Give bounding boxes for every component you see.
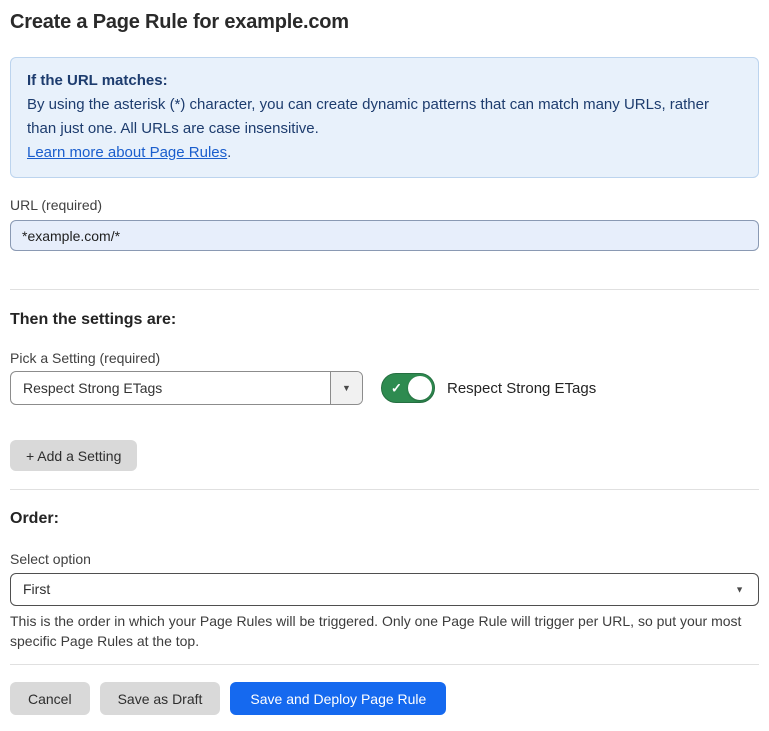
divider (10, 489, 759, 490)
cancel-button[interactable]: Cancel (10, 682, 90, 715)
order-select-label: Select option (10, 551, 759, 568)
info-box-heading: If the URL matches: (27, 69, 742, 93)
divider (10, 664, 759, 665)
info-box-body: By using the asterisk (*) character, you… (27, 93, 727, 141)
url-input[interactable] (10, 220, 759, 251)
page-rule-form: Create a Page Rule for example.com If th… (0, 0, 769, 731)
page-title: Create a Page Rule for example.com (10, 8, 759, 36)
setting-select-value: Respect Strong ETags (11, 372, 330, 404)
link-suffix: . (227, 144, 231, 161)
save-deploy-button[interactable]: Save and Deploy Page Rule (230, 682, 446, 715)
url-match-info-box: If the URL matches: By using the asteris… (10, 57, 759, 178)
learn-more-link[interactable]: Learn more about Page Rules (27, 144, 227, 161)
check-icon: ✓ (391, 382, 402, 395)
footer-actions: Cancel Save as Draft Save and Deploy Pag… (10, 682, 759, 715)
etag-toggle[interactable]: ✓ (381, 373, 435, 403)
setting-picker-label: Pick a Setting (required) (10, 350, 759, 367)
info-box-link-line: Learn more about Page Rules. (27, 141, 742, 165)
url-field-label: URL (required) (10, 197, 759, 214)
add-setting-button[interactable]: + Add a Setting (10, 440, 137, 471)
save-draft-button[interactable]: Save as Draft (100, 682, 221, 715)
order-section-heading: Order: (10, 510, 759, 528)
order-select-value: First (23, 581, 50, 597)
etag-toggle-label: Respect Strong ETags (447, 380, 596, 397)
chevron-down-icon: ▼ (342, 384, 351, 393)
setting-row: Respect Strong ETags ▼ ✓ Respect Strong … (10, 371, 759, 405)
divider (10, 289, 759, 290)
order-select[interactable]: First ▼ (10, 573, 759, 606)
setting-select-arrow-button[interactable]: ▼ (330, 372, 362, 404)
chevron-down-icon: ▼ (735, 585, 744, 594)
order-help-text: This is the order in which your Page Rul… (10, 611, 759, 651)
settings-section-heading: Then the settings are: (10, 311, 759, 329)
setting-select[interactable]: Respect Strong ETags ▼ (10, 371, 363, 405)
toggle-knob (408, 376, 432, 400)
